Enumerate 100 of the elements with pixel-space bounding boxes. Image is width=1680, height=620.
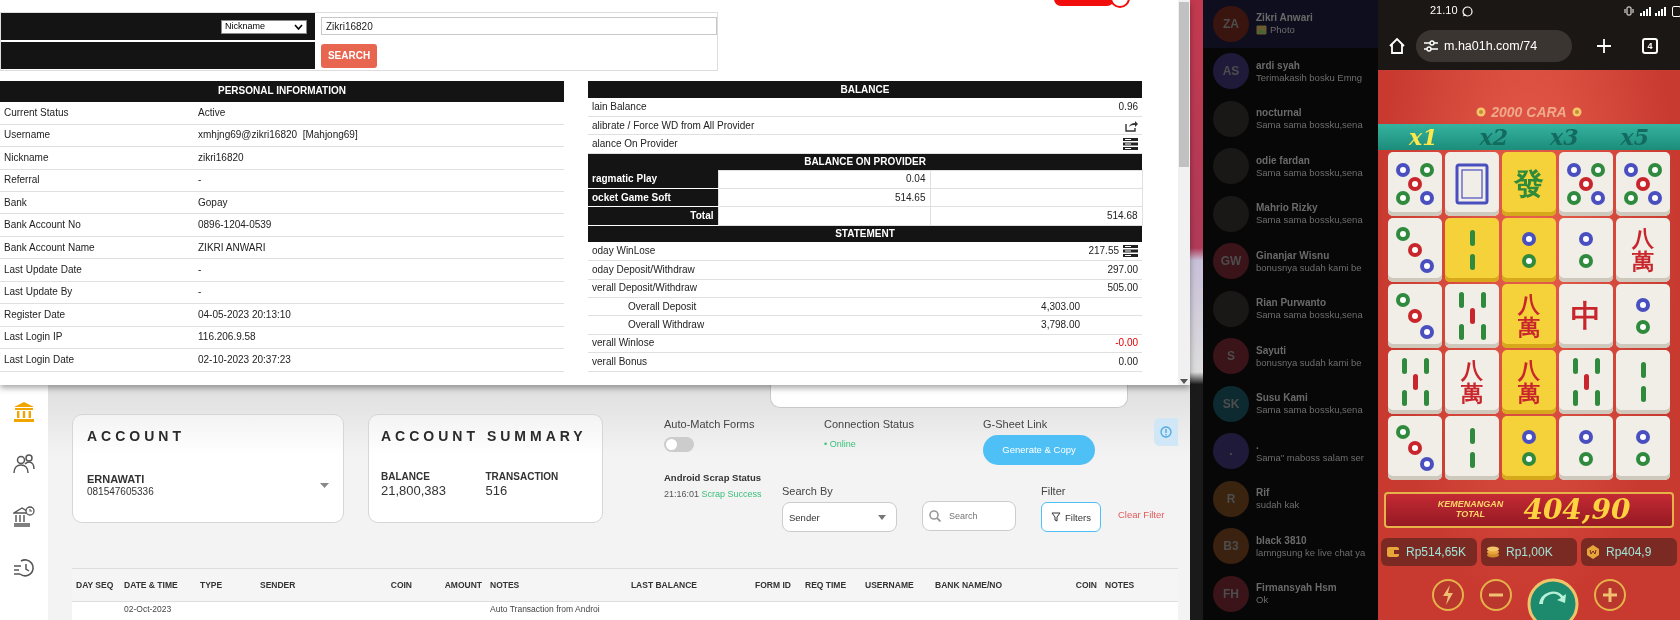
message-preview: Sama sama bossku,sena — [1256, 309, 1363, 321]
field-value: xmhjng69@zikri16820 [Mahjong69] — [194, 124, 564, 147]
win-amount: 404,90 — [1523, 493, 1631, 527]
address-bar[interactable]: m.ha01h.com/74 — [1416, 30, 1572, 62]
plus-button-icon[interactable] — [1593, 578, 1627, 613]
chat-item[interactable]: odie fardan Sama sama bossku,sena — [1203, 142, 1378, 190]
sender-select[interactable]: Sender — [782, 502, 897, 533]
field-value: 4,303.00 — [1041, 300, 1081, 313]
column-header: LAST BALANCE — [629, 580, 698, 591]
bank-icon[interactable] — [13, 401, 35, 423]
history-icon[interactable] — [13, 557, 35, 579]
contact-name: Mahrio Rizky — [1256, 202, 1319, 215]
spin-button-icon[interactable] — [1527, 578, 1579, 620]
chat-item[interactable]: . . Sama" maboss salam ser — [1203, 427, 1378, 475]
avatar: S — [1213, 338, 1249, 375]
search-input[interactable]: Zikri16820 — [321, 17, 717, 35]
filter-icon — [1051, 512, 1062, 523]
chat-item[interactable]: nocturnal Sama sama bossku,sena — [1203, 95, 1378, 143]
tile-character: 中 — [1571, 300, 1601, 332]
people-icon[interactable] — [13, 453, 35, 475]
column-header: NOTES — [489, 580, 521, 591]
contact-name: Rif — [1256, 487, 1271, 500]
list-icon — [1123, 137, 1139, 150]
field-value: ZIKRI ANWARI — [194, 236, 564, 259]
stat-label: BALANCE — [381, 470, 431, 483]
field-value: 217.55 — [1088, 245, 1120, 258]
search-button[interactable]: SEARCH — [321, 44, 377, 68]
toggle-switch[interactable] — [664, 437, 694, 453]
column-header: DAY SEQ — [75, 580, 115, 591]
dots-icon — [1579, 232, 1593, 269]
win-label: KEMENANGAN TOTAL — [1436, 500, 1505, 521]
message-preview: Sama sama bossku,sena — [1256, 119, 1363, 131]
field-label: Current Status — [0, 101, 194, 125]
column-header: NOTES — [1104, 580, 1136, 591]
clear-filter-link[interactable]: Clear Filter — [1118, 509, 1165, 521]
contact-name: Ginanjar Wisnu — [1256, 249, 1331, 262]
card-title: ACCOUNT SUMMARY — [381, 428, 588, 445]
field-label: verall Deposit/Withdraw — [588, 279, 930, 298]
account-name: ERNAWATI — [87, 472, 146, 486]
toggle-icon[interactable] — [1054, 0, 1130, 8]
contact-name: Sayuti — [1256, 344, 1287, 357]
contact-name: nocturnal — [1256, 107, 1303, 120]
caret-icon[interactable] — [320, 482, 329, 488]
home-icon[interactable] — [1388, 37, 1406, 55]
status-text: • Online — [824, 439, 857, 450]
avatar: FH — [1213, 575, 1249, 612]
chat-item[interactable]: B3 black 3810 lamngsung ke live chat ya — [1203, 522, 1378, 570]
lightning-button-icon[interactable] — [1431, 578, 1465, 613]
account-card[interactable]: ACCOUNT ERNAWATI 081547605336 — [72, 414, 344, 523]
chat-item[interactable]: Rian Purwanto Sama sama bossku,sena — [1203, 285, 1378, 333]
field-value: zikri16820 — [194, 146, 564, 170]
provider-value: 0.04 — [718, 170, 930, 189]
scrollbar-thumb[interactable] — [1179, 2, 1189, 167]
dots-icon — [1624, 163, 1662, 206]
message-preview: Terimakasih bosku Emng — [1256, 71, 1363, 83]
field-label: Filter — [1041, 485, 1067, 499]
field-value: -0.00 — [1115, 337, 1139, 350]
chat-item[interactable]: GW Ginanjar Wisnu bonusnya sudah kami be — [1203, 237, 1378, 285]
chat-item[interactable]: R Rif sudah kak — [1203, 475, 1378, 523]
tabs-button[interactable]: 4 — [1642, 38, 1658, 54]
ways-label: 2000 CARA — [1491, 104, 1567, 121]
field-label: Nickname — [0, 146, 194, 170]
chat-item[interactable]: FH Firmansyah Hsm Ok — [1203, 570, 1378, 618]
bank-clock-icon[interactable] — [13, 505, 35, 527]
contact-name: Susu Kami — [1256, 392, 1309, 405]
field-select[interactable]: Nickname — [221, 19, 307, 34]
search-field[interactable]: Search — [922, 501, 1016, 532]
chat-item[interactable]: ZA Zikri Anwari Photo — [1203, 0, 1378, 48]
field-value: 02-10-2023 20:37:23 — [194, 348, 564, 372]
scrap-status: 21:16:01 Scrap Success — [664, 489, 763, 500]
avatar: . — [1213, 433, 1249, 470]
share-icon — [1124, 119, 1139, 132]
info-icon — [1160, 426, 1172, 438]
column-header: AMOUNT — [443, 580, 483, 591]
column-header: TYPE — [199, 580, 224, 591]
bamboo-icon — [1469, 230, 1475, 271]
tile-character: 發 — [1514, 168, 1544, 200]
message-preview: Sama" maboss salam ser — [1256, 451, 1364, 463]
message-preview: bonusnya sudah kami be — [1256, 261, 1362, 273]
chat-item[interactable]: S Sayuti bonusnya sudah kami be — [1203, 332, 1378, 380]
caret-icon — [878, 514, 886, 520]
field-label: Register Date — [0, 303, 194, 327]
message-preview: Sama sama bossku,sena — [1256, 166, 1363, 178]
stat-value: 21,800,383 — [381, 482, 448, 499]
minus-button-icon[interactable] — [1479, 578, 1513, 613]
field-label: Last Update By — [0, 281, 194, 304]
chat-item[interactable]: SK Susu Kami Sama sama bossku,sena — [1203, 380, 1378, 428]
new-tab-icon[interactable] — [1596, 38, 1612, 54]
coin-icon — [1571, 107, 1582, 118]
field-label: lain Balance — [588, 98, 930, 117]
message-preview: lamngsung ke live chat ya — [1256, 546, 1366, 558]
field-label: Android Scrap Status — [664, 473, 763, 484]
dots-icon — [1579, 430, 1593, 467]
filters-button[interactable]: Filters — [1041, 502, 1101, 533]
field-value: 0896-1204-0539 — [194, 213, 564, 237]
contact-name: Rian Purwanto — [1256, 297, 1327, 310]
section-header: BALANCE — [588, 81, 1143, 98]
chat-item[interactable]: Mahrio Rizky Sama sama bossku,sena — [1203, 190, 1378, 238]
dots-icon — [1522, 430, 1536, 467]
provider-name: ragmatic Play — [588, 170, 718, 189]
